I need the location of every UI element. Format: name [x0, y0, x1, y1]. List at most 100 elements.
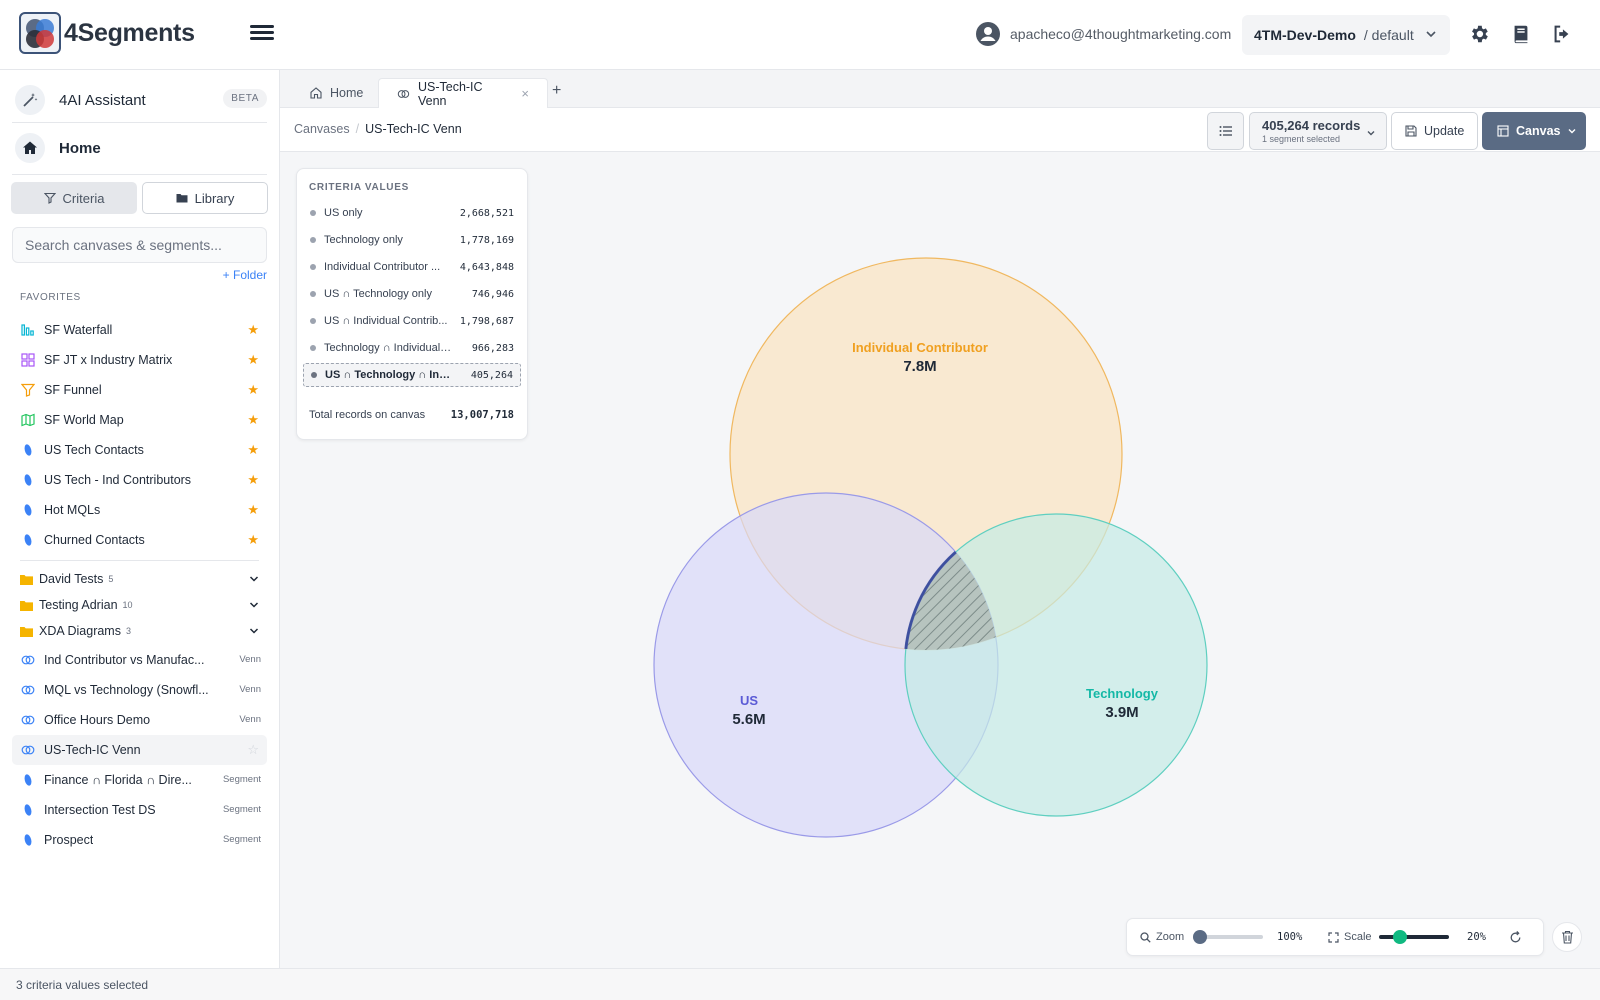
segment-icon — [20, 772, 36, 788]
favorites-heading: FAVORITES — [20, 292, 81, 303]
library-item[interactable]: Prospect Segment — [12, 825, 267, 855]
magic-wand-icon — [15, 85, 45, 115]
app-header: 4Segments apacheco@4thoughtmarketing.com… — [0, 0, 1600, 70]
book-icon[interactable] — [1510, 23, 1532, 45]
favorite-item[interactable]: Churned Contacts ★ — [12, 525, 267, 555]
star-outline-icon[interactable]: ☆ — [247, 742, 259, 758]
logout-icon[interactable] — [1551, 23, 1573, 45]
library-item-selected[interactable]: US-Tech-IC Venn ☆ — [12, 735, 267, 765]
venn-icon — [397, 89, 410, 98]
star-icon[interactable]: ★ — [247, 532, 259, 548]
zoom-slider-handle[interactable] — [1193, 930, 1207, 944]
favorite-item[interactable]: SF JT x Industry Matrix ★ — [12, 345, 267, 375]
add-folder-link[interactable]: + Folder — [223, 268, 267, 282]
scale-label: Scale — [1344, 931, 1372, 943]
layout-icon — [1497, 125, 1509, 137]
star-icon[interactable]: ★ — [247, 442, 259, 458]
update-button[interactable]: Update — [1391, 112, 1478, 150]
star-icon[interactable]: ★ — [247, 502, 259, 518]
venn-value-us: 5.6M — [732, 711, 765, 728]
divider — [20, 560, 259, 561]
favorite-label: Churned Contacts — [44, 533, 145, 547]
library-item-label: Office Hours Demo — [44, 713, 151, 727]
chevron-down-icon — [249, 602, 259, 608]
close-icon[interactable]: × — [521, 86, 529, 101]
logo-mark-icon — [19, 12, 61, 54]
tab-venn[interactable]: US-Tech-IC Venn × — [378, 78, 548, 108]
breadcrumb: Canvases / US-Tech-IC Venn — [294, 122, 462, 136]
tab-library-label: Library — [194, 190, 235, 206]
folder-list: David Tests 5 Testing Adrian 10 XDA Diag… — [12, 566, 267, 644]
folder-item[interactable]: Testing Adrian 10 — [12, 592, 267, 618]
delete-button[interactable] — [1552, 922, 1582, 952]
library-item[interactable]: Finance ∩ Florida ∩ Dire... Segment — [12, 765, 267, 795]
venn-value-technology: 3.9M — [1105, 704, 1138, 721]
breadcrumb-separator: / — [355, 122, 360, 136]
library-list: Ind Contributor vs Manufac... Venn MQL v… — [12, 645, 267, 855]
segment-icon — [20, 832, 36, 848]
folder-item[interactable]: XDA Diagrams 3 — [12, 618, 267, 644]
ai-assistant[interactable]: 4AI Assistant BETA — [15, 80, 267, 120]
save-icon — [1405, 125, 1417, 137]
item-type: Segment — [222, 774, 261, 785]
menu-toggle-icon[interactable] — [250, 22, 274, 46]
sidebar-home[interactable]: Home — [15, 133, 101, 163]
favorite-item[interactable]: SF World Map ★ — [12, 405, 267, 435]
breadcrumb-canvases[interactable]: Canvases — [294, 122, 350, 136]
list-view-button[interactable] — [1207, 112, 1244, 150]
user-email: apacheco@4thoughtmarketing.com — [1010, 26, 1232, 42]
scale-slider[interactable] — [1379, 930, 1449, 944]
favorite-label: Hot MQLs — [44, 503, 101, 517]
add-tab-icon[interactable]: + — [552, 82, 561, 100]
status-bar: 3 criteria values selected — [0, 968, 1600, 1000]
app-logo[interactable]: 4Segments — [19, 12, 195, 54]
item-type: Venn — [239, 714, 261, 725]
item-type: Venn — [239, 654, 261, 665]
star-icon[interactable]: ★ — [247, 412, 259, 428]
tab-library[interactable]: Library — [142, 182, 268, 214]
library-item[interactable]: Office Hours Demo Venn — [12, 705, 267, 735]
user-account[interactable]: apacheco@4thoughtmarketing.com — [976, 22, 1231, 46]
star-icon[interactable]: ★ — [247, 472, 259, 488]
venn-label-individual-contributor: Individual Contributor — [852, 340, 988, 355]
search-input[interactable] — [12, 227, 267, 263]
reset-icon[interactable] — [1509, 931, 1522, 944]
records-dropdown[interactable]: 405,264 records 1 segment selected — [1249, 112, 1387, 150]
tab-home[interactable]: Home — [292, 78, 381, 108]
ai-assistant-label: 4AI Assistant — [59, 91, 146, 109]
favorite-item[interactable]: US Tech - Ind Contributors ★ — [12, 465, 267, 495]
divider — [12, 174, 267, 175]
user-avatar-icon — [976, 22, 1000, 46]
library-item[interactable]: Intersection Test DS Segment — [12, 795, 267, 825]
tab-bar: Home US-Tech-IC Venn × + — [280, 70, 1600, 108]
segment-icon — [20, 472, 36, 488]
favorite-label: US Tech - Ind Contributors — [44, 473, 192, 487]
star-icon[interactable]: ★ — [247, 352, 259, 368]
favorite-item[interactable]: SF Waterfall ★ — [12, 315, 267, 345]
divider — [12, 122, 267, 123]
segment-icon — [20, 442, 36, 458]
library-item-label: Prospect — [44, 833, 94, 847]
library-item[interactable]: Ind Contributor vs Manufac... Venn — [12, 645, 267, 675]
star-icon[interactable]: ★ — [247, 322, 259, 338]
environment-selector[interactable]: 4TM-Dev-Demo / default — [1242, 15, 1450, 55]
main-area: Home US-Tech-IC Venn × + Canvases / US-Tec… — [280, 70, 1600, 968]
home-outline-icon — [310, 87, 322, 99]
expand-icon[interactable] — [1328, 932, 1339, 943]
home-icon — [15, 133, 45, 163]
folder-item[interactable]: David Tests 5 — [12, 566, 267, 592]
library-item-label: MQL vs Technology (Snowfl... — [44, 683, 209, 697]
library-item-label: Intersection Test DS — [44, 803, 156, 817]
favorite-item[interactable]: SF Funnel ★ — [12, 375, 267, 405]
library-item[interactable]: MQL vs Technology (Snowfl... Venn — [12, 675, 267, 705]
tab-criteria[interactable]: Criteria — [11, 182, 137, 214]
scale-slider-handle[interactable] — [1393, 930, 1407, 944]
zoom-slider[interactable] — [1193, 930, 1263, 944]
gear-icon[interactable] — [1468, 23, 1490, 45]
star-icon[interactable]: ★ — [247, 382, 259, 398]
beta-badge: BETA — [223, 89, 267, 108]
venn-icon — [20, 742, 36, 758]
canvas-menu-button[interactable]: Canvas — [1482, 112, 1586, 150]
favorite-item[interactable]: US Tech Contacts ★ — [12, 435, 267, 465]
favorite-item[interactable]: Hot MQLs ★ — [12, 495, 267, 525]
